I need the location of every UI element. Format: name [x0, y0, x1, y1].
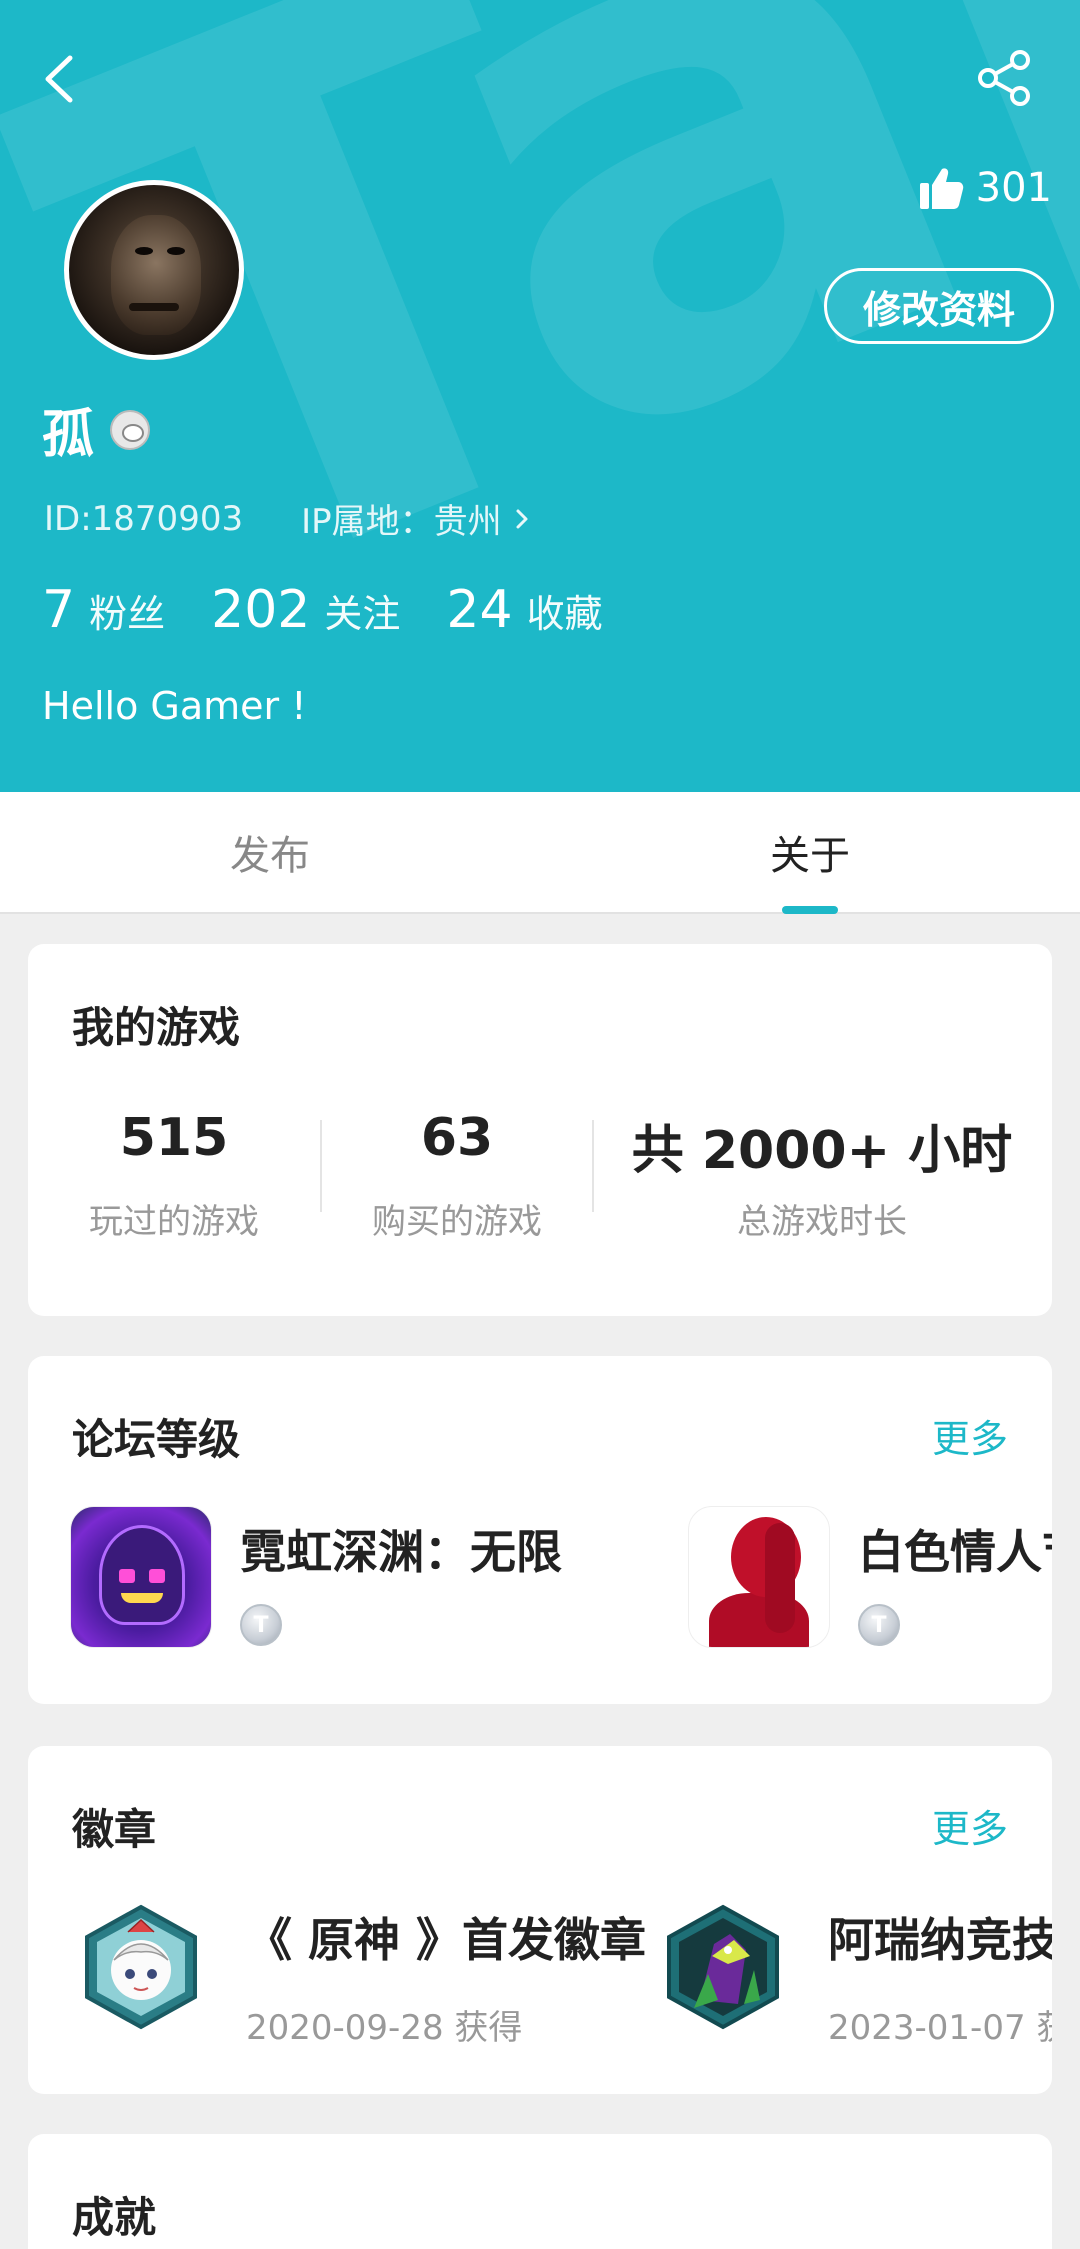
stat-favorites[interactable]: 24 收藏 — [446, 580, 602, 640]
playtime-stat[interactable]: 共 2000+ 小时 总游戏时长 — [594, 1108, 1050, 1243]
likes-count[interactable]: 301 — [918, 162, 1052, 214]
stat-value: 63 — [420, 1108, 494, 1168]
stat-value: 202 — [211, 580, 311, 640]
tab-about[interactable]: 关于 — [540, 792, 1080, 914]
thumbs-up-icon — [919, 168, 963, 209]
more-link[interactable]: 更多 — [932, 1798, 1008, 1853]
game-icon — [688, 1506, 830, 1648]
likes-value: 301 — [975, 165, 1052, 211]
stat-label: 玩过的游戏 — [89, 1202, 259, 1242]
stat-value: 515 — [119, 1108, 229, 1168]
my-games-card[interactable]: 我的游戏 515 玩过的游戏 63 购买的游戏 共 2000+ 小时 总游戏时长 — [28, 944, 1052, 1316]
share-icon[interactable] — [974, 48, 1034, 108]
forum-item[interactable]: 白色情人节 T — [688, 1506, 1052, 1650]
stat-followers[interactable]: 7 粉丝 — [42, 580, 165, 640]
card-title: 成就 — [72, 2193, 157, 2242]
username: 孤 — [42, 392, 151, 467]
genshin-badge-icon — [85, 1904, 197, 2030]
badges-card: 徽章 更多 《 原神 》首发徽章 2020-09-28 获得 阿瑞纳竞技 202… — [28, 1746, 1052, 2094]
stat-label: 总游戏时长 — [737, 1202, 907, 1242]
forum-level-card: 论坛等级 更多 霓虹深渊：无限 T 白色情人节 T — [28, 1356, 1052, 1704]
stat-value: 7 — [42, 580, 76, 640]
arena-badge-icon — [667, 1904, 779, 2030]
avatar[interactable] — [64, 180, 244, 360]
badge-date: 2023-01-07 获得 — [828, 2008, 1052, 2048]
ip-location-text: IP属地：贵州 — [301, 502, 502, 542]
tab-posts[interactable]: 发布 — [0, 792, 540, 912]
stat-label: 粉丝 — [89, 592, 166, 636]
stat-value: 24 — [446, 580, 513, 640]
user-id: ID:1870903 — [44, 498, 244, 539]
card-title: 我的游戏 — [72, 1003, 241, 1052]
username-text: 孤 — [42, 405, 95, 465]
achievements-card[interactable]: 成就 — [28, 2134, 1052, 2249]
badge-name: 阿瑞纳竞技场 — [828, 1913, 1052, 1967]
game-name: 霓虹深渊：无限 — [240, 1525, 562, 1579]
badge-date: 2020-09-28 获得 — [246, 2008, 523, 2048]
more-link[interactable]: 更多 — [932, 1408, 1008, 1463]
stat-label: 收藏 — [526, 592, 603, 636]
stat-label: 关注 — [324, 592, 401, 636]
level-badge-icon: T — [240, 1604, 282, 1646]
card-title: 徽章 — [72, 1805, 157, 1854]
edit-profile-button[interactable]: 修改资料 — [824, 268, 1054, 344]
id-line: ID:1870903 IP属地：贵州 — [44, 494, 532, 543]
games-stats: 515 玩过的游戏 63 购买的游戏 共 2000+ 小时 总游戏时长 — [28, 1108, 1052, 1243]
back-icon[interactable] — [40, 50, 80, 108]
game-name: 白色情人节 — [858, 1525, 1052, 1579]
card-title: 论坛等级 — [72, 1415, 241, 1464]
badge-item[interactable]: 《 原神 》首发徽章 2020-09-28 获得 — [82, 1896, 647, 2048]
game-icon — [70, 1506, 212, 1648]
stat-value: 共 2000+ 小时 — [631, 1121, 1013, 1181]
forum-item[interactable]: 霓虹深渊：无限 T — [70, 1506, 562, 1650]
games-played-stat[interactable]: 515 玩过的游戏 — [28, 1108, 320, 1243]
chevron-right-icon — [516, 509, 528, 528]
profile-tabs: 发布 关于 — [0, 792, 1080, 914]
games-bought-stat[interactable]: 63 购买的游戏 — [322, 1108, 592, 1243]
badge-item[interactable]: 阿瑞纳竞技场 2023-01-07 获得 — [664, 1896, 1052, 2048]
level-badge-icon: T — [858, 1604, 900, 1646]
stat-following[interactable]: 202 关注 — [211, 580, 400, 640]
ip-location[interactable]: IP属地：贵州 — [301, 494, 532, 543]
user-bio: Hello Gamer ! — [42, 684, 307, 728]
stat-label: 购买的游戏 — [372, 1202, 542, 1242]
profile-header: TapTap 301 修改资料 孤 ID:1870903 IP属地：贵州 — [0, 0, 1080, 792]
user-badge-icon[interactable] — [110, 409, 151, 450]
profile-stats: 7 粉丝 202 关注 24 收藏 — [42, 580, 649, 640]
badge-name: 《 原神 》首发徽章 — [246, 1913, 647, 1967]
